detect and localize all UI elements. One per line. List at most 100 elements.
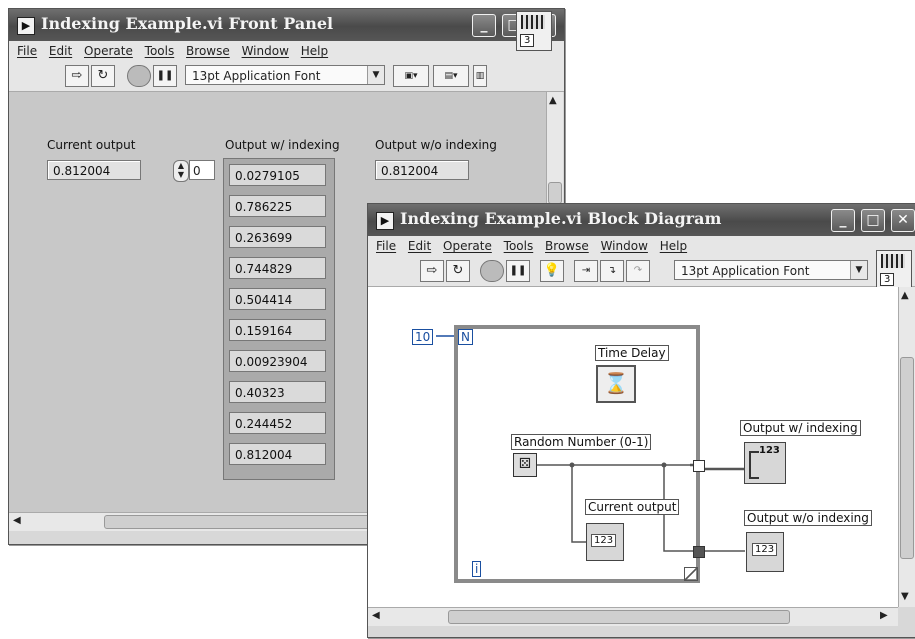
array-element: 0.263699 xyxy=(229,226,326,248)
block-diagram-horizontal-scrollbar[interactable]: ◀ ▶ xyxy=(368,607,898,626)
with-indexing-terminal[interactable]: 123 xyxy=(744,442,786,484)
menu-help[interactable]: Help xyxy=(301,44,328,58)
block-diagram-vertical-scrollbar[interactable]: ▲ ▼ xyxy=(898,287,915,607)
align-objects-icon[interactable]: ▣▾ xyxy=(393,65,429,87)
menu-browse[interactable]: Browse xyxy=(186,44,230,58)
array-element: 0.812004 xyxy=(229,443,326,465)
loop-count-constant[interactable]: 10 xyxy=(412,329,434,345)
menu-window[interactable]: Window xyxy=(601,239,648,253)
menu-file[interactable]: File xyxy=(17,44,37,58)
close-button[interactable]: ✕ xyxy=(891,209,915,232)
run-continuously-icon[interactable]: ↻ xyxy=(446,260,470,282)
step-into-icon[interactable]: ↴ xyxy=(600,260,624,282)
scroll-left-icon[interactable]: ◀ xyxy=(13,515,21,526)
scroll-left-icon[interactable]: ◀ xyxy=(372,610,380,621)
menu-tools[interactable]: Tools xyxy=(145,44,175,58)
for-loop-structure[interactable] xyxy=(454,325,700,583)
array-index-display[interactable]: 0 xyxy=(189,160,215,180)
abort-execution-icon[interactable] xyxy=(127,65,151,87)
menu-operate[interactable]: Operate xyxy=(443,239,492,253)
reorder-icon[interactable]: ▥ xyxy=(473,65,487,87)
menu-window[interactable]: Window xyxy=(242,44,289,58)
current-output-terminal[interactable]: 123 xyxy=(586,523,624,561)
front-panel-title: Indexing Example.vi Front Panel xyxy=(41,14,334,33)
run-arrow-icon[interactable]: ⇨ xyxy=(65,65,89,87)
connector-pane-icon[interactable]: 3 xyxy=(876,250,912,292)
array-element: 0.0279105 xyxy=(229,164,326,186)
current-output-terminal-label: Current output xyxy=(585,499,680,515)
highlight-execution-icon[interactable]: 💡 xyxy=(540,260,564,282)
menu-edit[interactable]: Edit xyxy=(408,239,431,253)
horizontal-scroll-thumb[interactable] xyxy=(104,515,376,529)
numeric-terminal-text: 123 xyxy=(591,534,617,547)
output-with-indexing-array: 0.0279105 0.786225 0.263699 0.744829 0.5… xyxy=(223,158,335,480)
distribute-objects-icon[interactable]: ▤▾ xyxy=(433,65,469,87)
scroll-right-icon[interactable]: ▶ xyxy=(880,610,888,621)
font-selector-value: 13pt Application Font xyxy=(192,69,321,83)
connector-number: 3 xyxy=(880,273,895,286)
menu-help[interactable]: Help xyxy=(660,239,687,253)
array-element: 0.244452 xyxy=(229,412,326,434)
scroll-down-icon[interactable]: ▼ xyxy=(901,591,909,602)
menu-edit[interactable]: Edit xyxy=(49,44,72,58)
minimize-button[interactable]: _ xyxy=(472,14,496,37)
array-index-spinner-icon[interactable]: ▲ ▼ xyxy=(173,160,189,182)
font-selector[interactable]: 13pt Application Font ▼ xyxy=(674,260,868,280)
pause-icon[interactable]: ❚❚ xyxy=(506,260,530,282)
time-delay-express-vi[interactable]: ⌛ xyxy=(596,365,636,403)
connector-number: 3 xyxy=(520,34,535,47)
horizontal-scroll-thumb[interactable] xyxy=(448,610,790,624)
front-panel-menu-bar: File Edit Operate Tools Browse Window He… xyxy=(9,41,564,61)
array-element: 0.00923904 xyxy=(229,350,326,372)
font-selector[interactable]: 13pt Application Font ▼ xyxy=(185,65,385,85)
loop-resize-handle-icon[interactable] xyxy=(684,567,698,581)
run-arrow-icon[interactable]: ⇨ xyxy=(420,260,444,282)
menu-file[interactable]: File xyxy=(376,239,396,253)
output-without-indexing-label: Output w/o indexing xyxy=(375,138,497,152)
run-continuously-icon[interactable]: ↻ xyxy=(91,65,115,87)
maximize-button[interactable]: □ xyxy=(861,209,885,232)
current-output-label: Current output xyxy=(47,138,136,152)
menu-operate[interactable]: Operate xyxy=(84,44,133,58)
connector-pane-icon[interactable]: 3 xyxy=(516,11,552,51)
array-bracket-icon xyxy=(749,451,759,479)
step-over-icon[interactable]: ↷ xyxy=(626,260,650,282)
scroll-up-icon[interactable]: ▲ xyxy=(549,95,557,106)
without-indexing-terminal-label: Output w/o indexing xyxy=(744,510,872,526)
vertical-scroll-thumb[interactable] xyxy=(900,357,914,559)
retain-wire-values-icon[interactable]: ⇥ xyxy=(574,260,598,282)
array-element: 0.786225 xyxy=(229,195,326,217)
font-dropdown-arrow-icon: ▼ xyxy=(367,66,384,84)
labview-app-icon: ▶ xyxy=(17,17,35,35)
scroll-up-icon[interactable]: ▲ xyxy=(901,290,909,301)
hourglass-icon: ⌛ xyxy=(603,371,629,395)
array-element: 0.744829 xyxy=(229,257,326,279)
iteration-terminal: i xyxy=(472,561,482,577)
connector-grid xyxy=(881,254,905,268)
pause-icon[interactable]: ❚❚ xyxy=(153,65,177,87)
abort-execution-icon[interactable] xyxy=(480,260,504,282)
labview-app-icon: ▶ xyxy=(376,212,394,230)
connector-grid xyxy=(521,15,545,29)
block-diagram-window: ▶ Indexing Example.vi Block Diagram _ □ … xyxy=(367,203,915,638)
dice-icon[interactable]: ⚄ xyxy=(513,453,537,477)
minimize-button[interactable]: _ xyxy=(831,209,855,232)
array-element: 0.159164 xyxy=(229,319,326,341)
menu-tools[interactable]: Tools xyxy=(504,239,534,253)
front-panel-title-bar[interactable]: ▶ Indexing Example.vi Front Panel _ □ ✕ xyxy=(9,9,564,41)
without-indexing-terminal[interactable]: 123 xyxy=(746,532,784,572)
vertical-scroll-thumb[interactable] xyxy=(548,182,562,204)
block-diagram-title-bar[interactable]: ▶ Indexing Example.vi Block Diagram _ □ … xyxy=(368,204,915,236)
menu-browse[interactable]: Browse xyxy=(545,239,589,253)
block-diagram-menu-bar: File Edit Operate Tools Browse Window He… xyxy=(368,236,915,256)
current-output-indicator: 0.812004 xyxy=(47,160,141,180)
block-diagram-title: Indexing Example.vi Block Diagram xyxy=(400,209,722,228)
loop-count-terminal: N xyxy=(458,329,473,345)
output-without-indexing-indicator: 0.812004 xyxy=(375,160,469,180)
font-dropdown-arrow-icon: ▼ xyxy=(850,261,867,279)
array-element: 0.40323 xyxy=(229,381,326,403)
with-indexing-terminal-label: Output w/ indexing xyxy=(740,420,861,436)
block-diagram-toolbar: ⇨ ↻ ❚❚ 💡 ⇥ ↴ ↷ 13pt Application Font ▼ xyxy=(368,256,915,287)
random-number-label: Random Number (0-1) xyxy=(511,434,652,450)
font-selector-value: 13pt Application Font xyxy=(681,264,810,278)
